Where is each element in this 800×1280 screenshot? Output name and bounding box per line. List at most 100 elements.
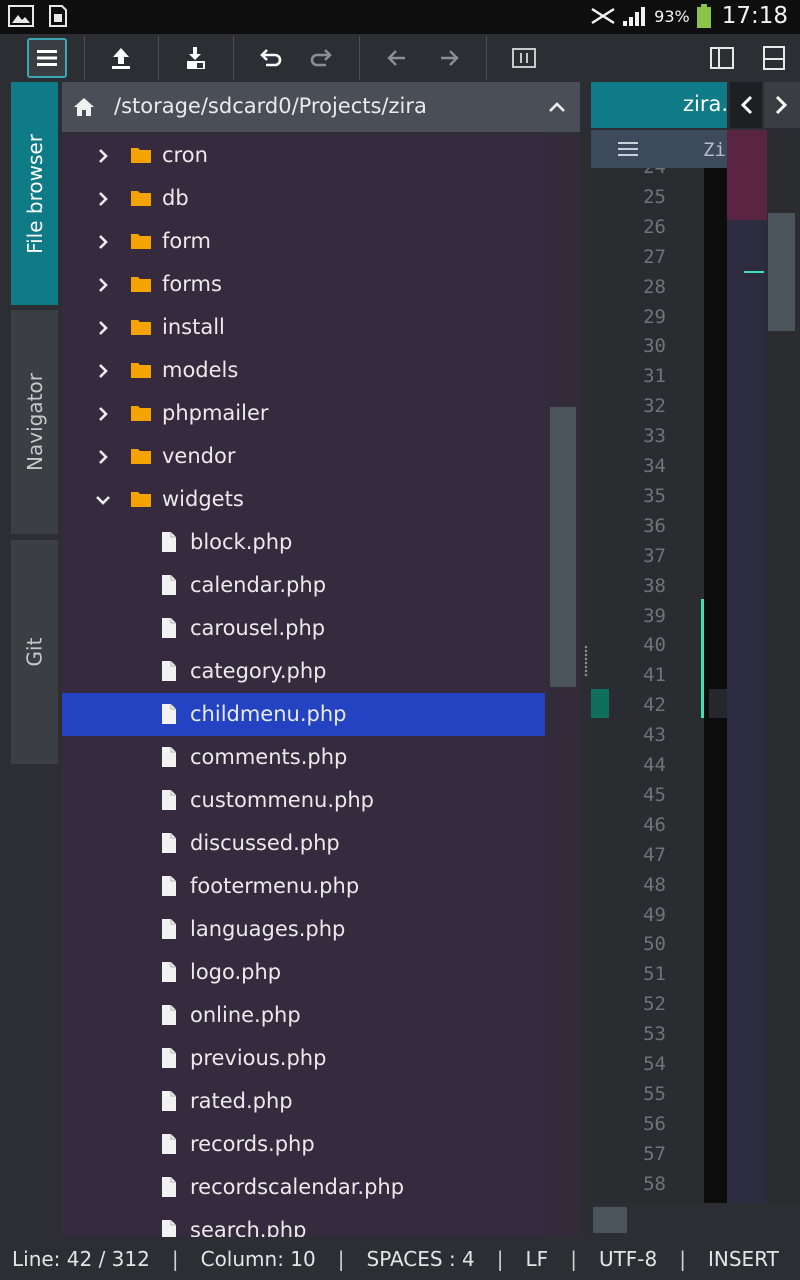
- file-row[interactable]: childmenu.php: [62, 693, 545, 736]
- chevron-up-icon[interactable]: [546, 96, 568, 118]
- line-number: 38: [643, 574, 666, 597]
- file-row[interactable]: recordscalendar.php: [62, 1166, 545, 1209]
- file-row[interactable]: rated.php: [62, 1080, 545, 1123]
- folder-row-form[interactable]: form: [62, 220, 545, 263]
- editor-horizontal-scroll-thumb[interactable]: [593, 1207, 627, 1233]
- menu-button[interactable]: [27, 38, 67, 78]
- columns-icon: [512, 48, 536, 68]
- system-status-bar: 93% 17:18: [0, 0, 800, 34]
- folder-row-db[interactable]: db: [62, 177, 545, 220]
- chevron-right-icon[interactable]: [93, 146, 113, 166]
- file-row[interactable]: online.php: [62, 994, 545, 1037]
- split-horizontal-button[interactable]: [754, 38, 794, 78]
- line-number: 34: [643, 455, 666, 477]
- chevron-right-icon[interactable]: [93, 361, 113, 381]
- folder-row-cron[interactable]: cron: [62, 134, 545, 177]
- file-row[interactable]: footermenu.php: [62, 865, 545, 908]
- file-row[interactable]: calendar.php: [62, 564, 545, 607]
- status-encoding[interactable]: UTF-8: [599, 1247, 657, 1271]
- status-line[interactable]: Line: 42 / 312: [0, 1247, 150, 1271]
- file-row[interactable]: logo.php: [62, 951, 545, 994]
- tab-navigator[interactable]: Navigator: [11, 310, 58, 534]
- file-row[interactable]: comments.php: [62, 736, 545, 779]
- line-number: 58: [643, 1172, 666, 1195]
- file-row[interactable]: search.php: [62, 1209, 545, 1237]
- file-icon: [162, 575, 176, 595]
- file-row[interactable]: category.php: [62, 650, 545, 693]
- file-icon: [162, 747, 176, 767]
- line-number: 30: [643, 335, 666, 358]
- back-icon: [387, 50, 405, 66]
- columns-button[interactable]: [504, 38, 544, 78]
- file-icon: [162, 1005, 176, 1025]
- folder-row-forms[interactable]: forms: [62, 263, 545, 306]
- file-label: calendar.php: [190, 573, 327, 597]
- next-tab-button[interactable]: [764, 82, 800, 128]
- folder-icon: [131, 277, 151, 292]
- folder-row-install[interactable]: install: [62, 306, 545, 349]
- folder-row-models[interactable]: models: [62, 349, 545, 392]
- file-tree-scroll-thumb[interactable]: [550, 407, 576, 687]
- file-label: carousel.php: [190, 616, 326, 640]
- code-area[interactable]: [704, 168, 728, 1203]
- file-row[interactable]: custommenu.php: [62, 779, 545, 822]
- outline-menu-icon[interactable]: [617, 140, 639, 158]
- file-icon: [162, 1048, 176, 1068]
- line-number: 39: [643, 604, 666, 627]
- folder-icon: [131, 234, 151, 249]
- undo-button[interactable]: [251, 38, 291, 78]
- split-vertical-button[interactable]: [702, 38, 742, 78]
- chevron-right-icon[interactable]: [93, 318, 113, 338]
- folder-icon: [131, 363, 151, 378]
- editor-tab-active[interactable]: zira.: [591, 82, 727, 128]
- status-mode[interactable]: INSERT: [708, 1247, 779, 1271]
- minimap[interactable]: [727, 130, 767, 1203]
- line-number: 25: [643, 185, 666, 208]
- folder-label: phpmailer: [162, 401, 269, 425]
- file-row[interactable]: records.php: [62, 1123, 545, 1166]
- line-number: 29: [643, 305, 666, 328]
- file-icon: [162, 1134, 176, 1154]
- line-number-gutter: 24 25 26 27 28 29 30 31 32 33 34 35 36 37 38 39 40 41 42 43…: [591, 168, 704, 1203]
- chevron-right-icon[interactable]: [93, 189, 113, 209]
- file-row[interactable]: previous.php: [62, 1037, 545, 1080]
- splitter-grip-icon[interactable]: [584, 645, 588, 677]
- line-number: 26: [643, 215, 666, 238]
- file-row[interactable]: discussed.php: [62, 822, 545, 865]
- folder-row-vendor[interactable]: vendor: [62, 435, 545, 478]
- chevron-right-icon[interactable]: [93, 275, 113, 295]
- line-number: 35: [643, 484, 666, 507]
- editor-breadcrumb-bar: Zi: [591, 130, 727, 168]
- folder-label: cron: [162, 143, 208, 167]
- line-number: 44: [643, 754, 666, 776]
- upload-button[interactable]: [101, 38, 141, 78]
- minimap-highlight: [727, 130, 767, 220]
- chevron-right-icon[interactable]: [93, 404, 113, 424]
- line-number: 32: [643, 395, 666, 418]
- folder-row-widgets[interactable]: widgets: [62, 478, 545, 521]
- forward-button[interactable]: [429, 38, 469, 78]
- chevron-right-icon[interactable]: [93, 232, 113, 252]
- file-row[interactable]: languages.php: [62, 908, 545, 951]
- status-column[interactable]: Column: 10: [201, 1247, 316, 1271]
- redo-button[interactable]: [301, 38, 341, 78]
- line-number: 37: [643, 544, 666, 567]
- tab-file-browser[interactable]: File browser: [11, 82, 58, 305]
- tab-git[interactable]: Git: [11, 540, 58, 764]
- prev-tab-button[interactable]: [730, 82, 762, 128]
- home-icon[interactable]: [72, 95, 96, 119]
- save-remote-button[interactable]: [176, 38, 216, 78]
- status-eol[interactable]: LF: [526, 1247, 549, 1271]
- chevron-right-icon[interactable]: [93, 447, 113, 467]
- sim-notification-icon: [49, 5, 67, 27]
- editor-scroll-thumb[interactable]: [768, 213, 795, 331]
- folder-row-phpmailer[interactable]: phpmailer: [62, 392, 545, 435]
- file-label: online.php: [190, 1003, 301, 1027]
- file-row[interactable]: block.php: [62, 521, 545, 564]
- file-row[interactable]: carousel.php: [62, 607, 545, 650]
- signal-icon: [623, 7, 646, 26]
- chevron-right-icon: [775, 95, 788, 115]
- status-indent[interactable]: SPACES : 4: [367, 1247, 475, 1271]
- back-button[interactable]: [377, 38, 417, 78]
- chevron-down-icon[interactable]: [93, 490, 113, 510]
